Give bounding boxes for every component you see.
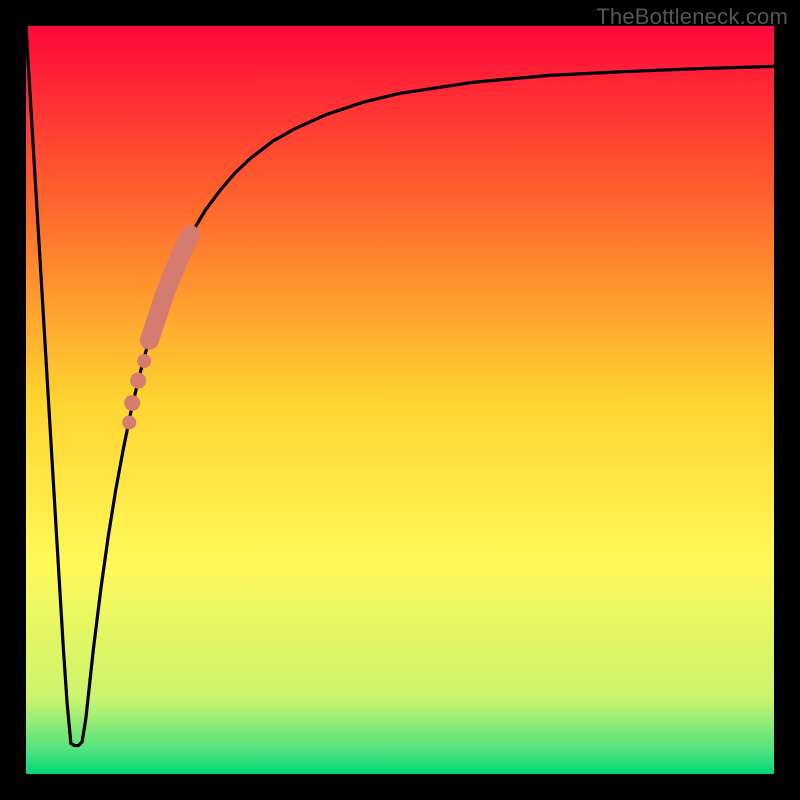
highlight-dot xyxy=(137,354,151,368)
highlight-dot xyxy=(124,395,140,411)
highlight-dot xyxy=(130,373,146,389)
highlight-dot xyxy=(141,332,157,348)
watermark-text: TheBottleneck.com xyxy=(596,4,788,30)
highlight-dot xyxy=(122,415,136,429)
bottleneck-chart xyxy=(0,0,800,800)
chart-container: TheBottleneck.com xyxy=(0,0,800,800)
highlight-dot xyxy=(182,226,200,244)
